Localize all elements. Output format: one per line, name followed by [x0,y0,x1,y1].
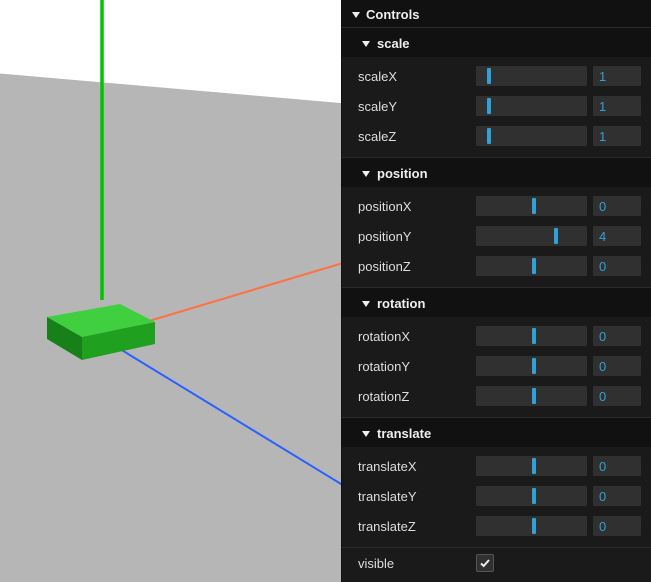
slider-thumb [487,128,491,144]
slider-thumb [532,458,536,474]
slider-scaleY[interactable] [476,96,587,116]
slider-thumb [487,68,491,84]
control-rotationZ: rotationZ 0 [358,381,641,411]
control-label: rotationY [358,359,470,374]
control-label: translateX [358,459,470,474]
control-positionX: positionX 0 [358,191,641,221]
folder-rotation: rotation rotationX 0 rotationY 0 [342,287,651,417]
control-label: translateY [358,489,470,504]
chevron-down-icon [362,301,370,307]
control-visible: visible [342,547,651,578]
checkbox-visible[interactable] [476,554,494,572]
control-positionZ: positionZ 0 [358,251,641,281]
control-label: scaleY [358,99,470,114]
slider-positionX[interactable] [476,196,587,216]
control-label: rotationZ [358,389,470,404]
slider-thumb [532,388,536,404]
app-root: Controls scale scaleX 1 scaleY [0,0,651,582]
chevron-down-icon [362,171,370,177]
slider-thumb [532,258,536,274]
chevron-down-icon [362,431,370,437]
slider-thumb [532,518,536,534]
panel-header-controls[interactable]: Controls [342,0,651,27]
slider-scaleZ[interactable] [476,126,587,146]
value-translateZ[interactable]: 0 [593,516,641,536]
chevron-down-icon [362,41,370,47]
control-label: scaleZ [358,129,470,144]
chevron-down-icon [352,12,360,18]
control-rotationY: rotationY 0 [358,351,641,381]
slider-translateX[interactable] [476,456,587,476]
slider-translateZ[interactable] [476,516,587,536]
value-positionX[interactable]: 0 [593,196,641,216]
slider-rotationX[interactable] [476,326,587,346]
slider-positionZ[interactable] [476,256,587,276]
control-translateX: translateX 0 [358,451,641,481]
slider-rotationY[interactable] [476,356,587,376]
control-scaleY: scaleY 1 [358,91,641,121]
slider-thumb [532,198,536,214]
value-positionY[interactable]: 4 [593,226,641,246]
slider-thumb [532,488,536,504]
folder-scale: scale scaleX 1 scaleY 1 [342,27,651,157]
folder-position: position positionX 0 positionY 4 [342,157,651,287]
control-translateY: translateY 0 [358,481,641,511]
folder-translate: translate translateX 0 translateY 0 [342,417,651,547]
folder-label: scale [377,36,410,51]
slider-thumb [532,328,536,344]
control-positionY: positionY 4 [358,221,641,251]
panel-title: Controls [366,7,419,22]
control-scaleZ: scaleZ 1 [358,121,641,151]
control-label: translateZ [358,519,470,534]
folder-header-rotation[interactable]: rotation [342,288,651,317]
folder-header-scale[interactable]: scale [342,28,651,57]
value-translateX[interactable]: 0 [593,456,641,476]
value-scaleX[interactable]: 1 [593,66,641,86]
value-translateY[interactable]: 0 [593,486,641,506]
folder-header-translate[interactable]: translate [342,418,651,447]
control-label: scaleX [358,69,470,84]
slider-rotationZ[interactable] [476,386,587,406]
slider-translateY[interactable] [476,486,587,506]
folder-label: translate [377,426,431,441]
control-label: positionY [358,229,470,244]
value-rotationY[interactable]: 0 [593,356,641,376]
slider-thumb [487,98,491,114]
folder-label: rotation [377,296,425,311]
slider-thumb [554,228,558,244]
control-label: positionX [358,199,470,214]
folder-label: position [377,166,428,181]
slider-scaleX[interactable] [476,66,587,86]
folder-header-position[interactable]: position [342,158,651,187]
slider-positionY[interactable] [476,226,587,246]
value-scaleY[interactable]: 1 [593,96,641,116]
control-label: positionZ [358,259,470,274]
slider-thumb [532,358,536,374]
control-translateZ: translateZ 0 [358,511,641,541]
control-label: rotationX [358,329,470,344]
value-positionZ[interactable]: 0 [593,256,641,276]
check-icon [479,557,491,569]
control-rotationX: rotationX 0 [358,321,641,351]
value-scaleZ[interactable]: 1 [593,126,641,146]
controls-panel: Controls scale scaleX 1 scaleY [341,0,651,582]
value-rotationZ[interactable]: 0 [593,386,641,406]
control-scaleX: scaleX 1 [358,61,641,91]
control-label: visible [358,556,470,571]
value-rotationX[interactable]: 0 [593,326,641,346]
